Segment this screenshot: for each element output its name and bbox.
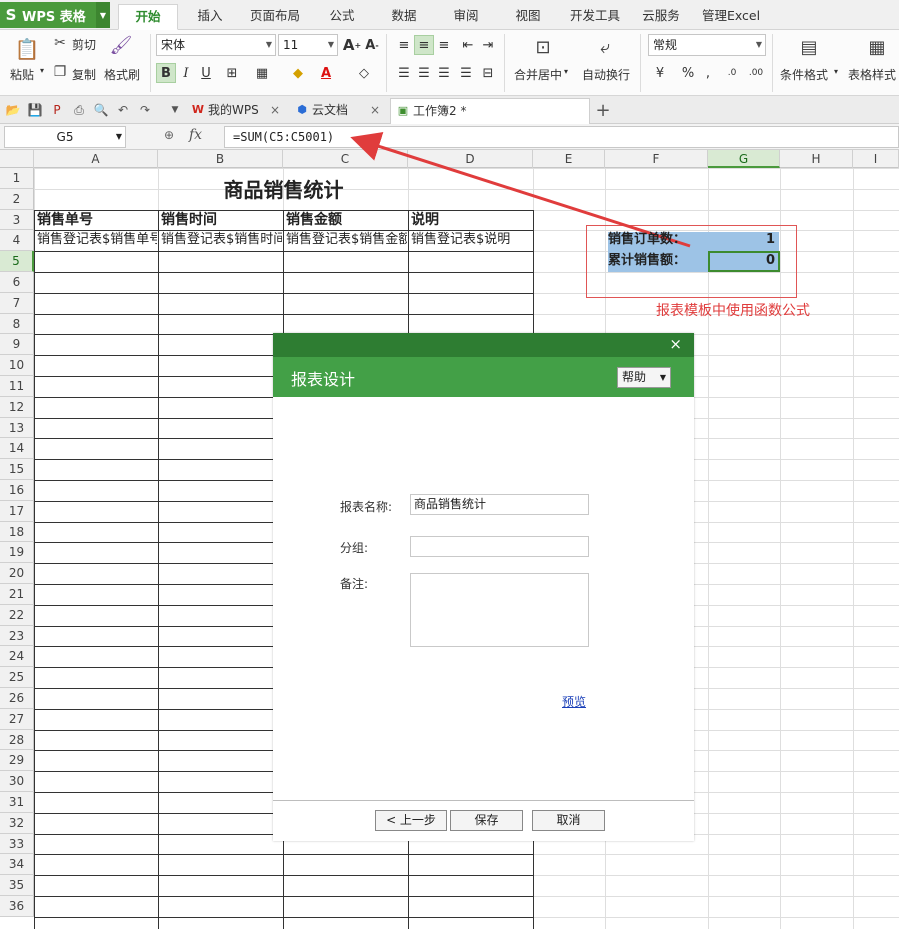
report-design-dialog: × 报表设计 帮助 ▼ 报表名称: 商品销售统计 分组: 备注: 预览 < 上一… <box>273 333 694 841</box>
cancel-button[interactable]: 取消 <box>532 810 605 831</box>
close-icon[interactable]: × <box>669 335 682 353</box>
save-button[interactable]: 保存 <box>450 810 523 831</box>
note-label: 备注: <box>340 577 369 591</box>
annotation-text: 报表模板中使用函数公式 <box>656 303 810 319</box>
group-label: 分组: <box>340 541 369 555</box>
chevron-down-icon: ▼ <box>659 373 666 382</box>
dialog-title: 报表设计 <box>291 370 356 389</box>
dialog-divider <box>273 800 694 801</box>
summary-label-cell[interactable]: 销售订单数： <box>606 230 707 251</box>
note-textarea[interactable] <box>410 573 589 647</box>
report-name-input[interactable]: 商品销售统计 <box>410 494 589 515</box>
summary-label-cell[interactable]: 累计销售额： <box>606 251 707 272</box>
dialog-titlebar[interactable]: × <box>273 333 694 357</box>
preview-link[interactable]: 预览 <box>562 693 586 710</box>
help-button[interactable]: 帮助 ▼ <box>617 367 671 388</box>
group-input[interactable] <box>410 536 589 557</box>
dialog-header: 报表设计 帮助 ▼ <box>273 357 694 397</box>
report-name-label: 报表名称: <box>340 500 393 514</box>
previous-step-button[interactable]: < 上一步 <box>375 810 447 831</box>
